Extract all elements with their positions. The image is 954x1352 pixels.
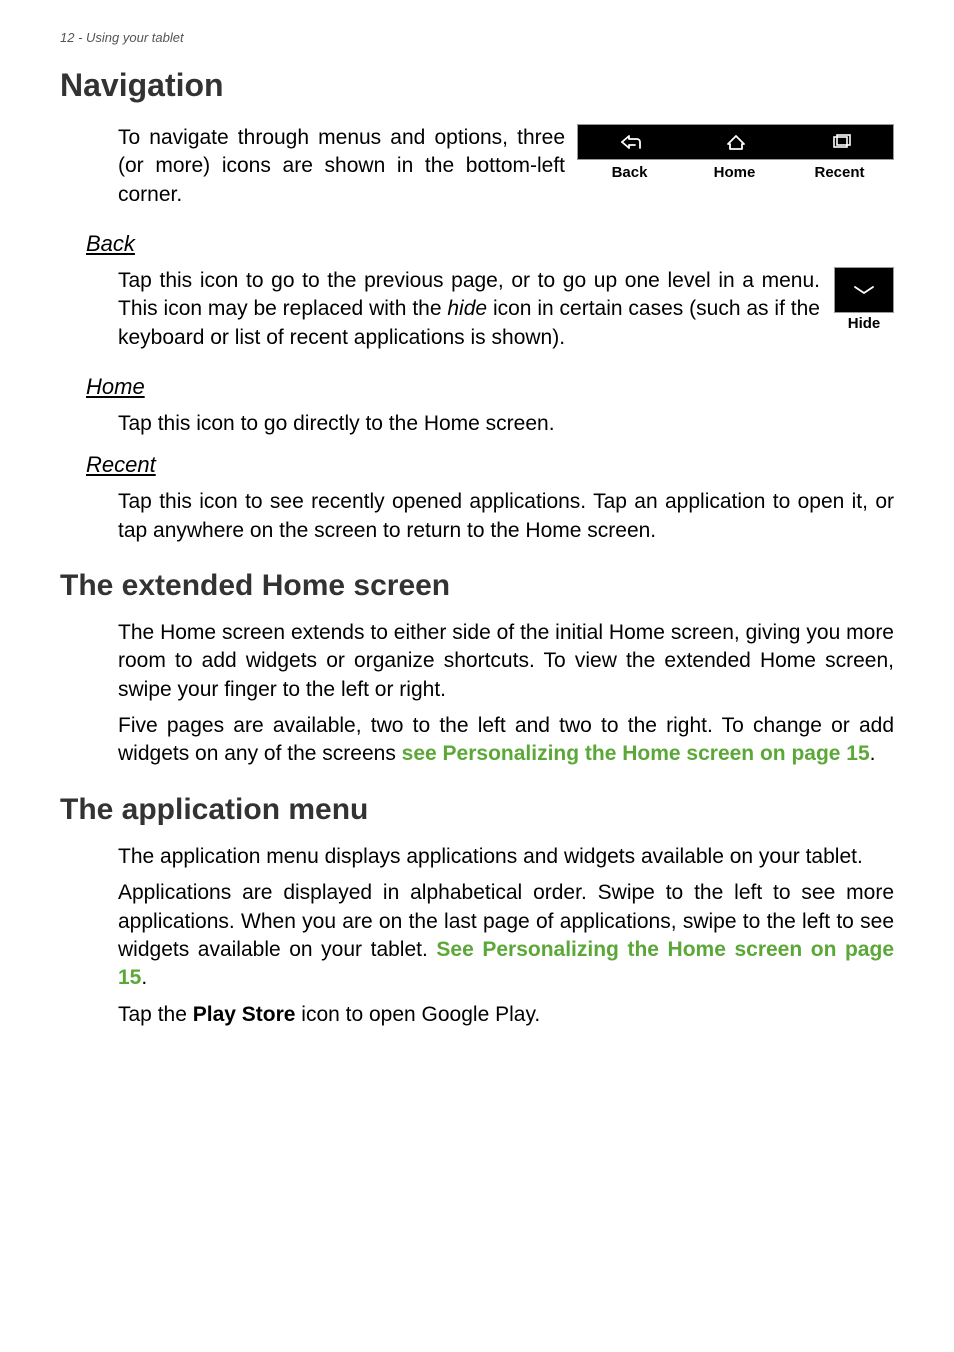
- app-menu-p3: Tap the Play Store icon to open Google P…: [118, 1001, 894, 1029]
- ext-home-p1: The Home screen extends to either side o…: [118, 619, 894, 704]
- page-header: 12 - Using your tablet: [60, 30, 894, 45]
- recent-label: Recent: [787, 164, 892, 181]
- home-icon: [683, 125, 788, 159]
- nav-intro-text: To navigate through menus and options, t…: [118, 124, 565, 209]
- back-label: Back: [577, 164, 682, 181]
- back-hide-word: hide: [447, 297, 487, 320]
- back-icon: [578, 125, 683, 159]
- subsection-home: Home: [86, 374, 894, 400]
- link-personalizing-home-1[interactable]: see Personalizing the Home screen on pag…: [402, 742, 870, 765]
- hide-icon: [834, 267, 894, 313]
- back-text: Tap this icon to go to the previous page…: [118, 267, 820, 352]
- home-text: Tap this icon to go directly to the Home…: [118, 410, 894, 438]
- app-menu-p2: Applications are displayed in alphabetic…: [118, 879, 894, 992]
- ext-home-p2-after: .: [870, 742, 876, 765]
- app-menu-p2-after: .: [141, 966, 147, 989]
- app-menu-p3-after: icon to open Google Play.: [295, 1003, 540, 1026]
- subsection-back: Back: [86, 231, 894, 257]
- app-menu-p3-before: Tap the: [118, 1003, 193, 1026]
- recent-text: Tap this icon to see recently opened app…: [118, 488, 894, 545]
- ext-home-p2: Five pages are available, two to the lef…: [118, 712, 894, 769]
- section-title-navigation: Navigation: [60, 67, 894, 104]
- hide-label: Hide: [848, 315, 881, 332]
- section-title-extended-home: The extended Home screen: [60, 569, 894, 603]
- app-menu-p3-bold: Play Store: [193, 1003, 296, 1026]
- section-title-app-menu: The application menu: [60, 793, 894, 827]
- app-menu-p1: The application menu displays applicatio…: [118, 843, 894, 871]
- recent-icon: [788, 125, 893, 159]
- home-label: Home: [682, 164, 787, 181]
- nav-icons-bar: [577, 124, 894, 160]
- subsection-recent: Recent: [86, 452, 894, 478]
